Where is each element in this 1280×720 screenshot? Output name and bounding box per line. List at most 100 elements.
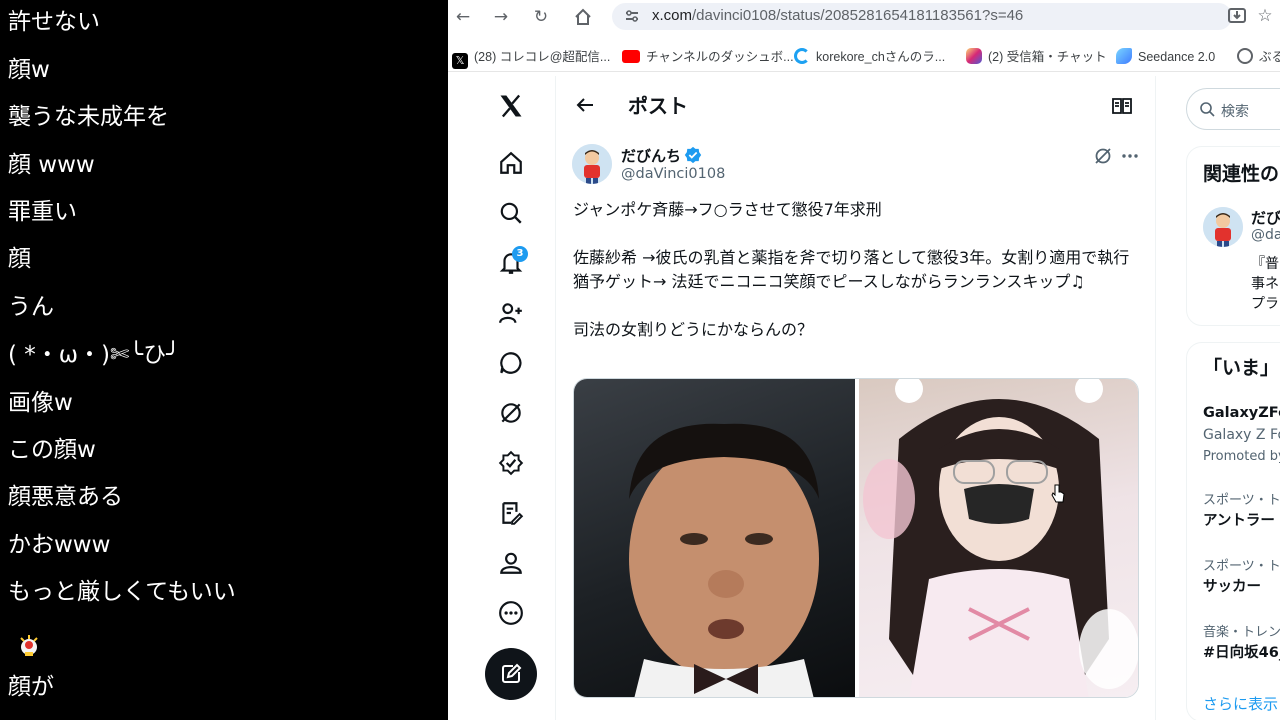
page-title: ポスト: [628, 94, 688, 118]
related-bio-line: 『普: [1251, 256, 1279, 272]
tweet-media[interactable]: [573, 378, 1139, 698]
seedance-icon: [1116, 48, 1132, 64]
instagram-icon: [966, 48, 982, 64]
toolbar: ← → ↻ x.com/davinci0108/status/208528165…: [448, 0, 1280, 34]
search-input[interactable]: 検索: [1186, 88, 1280, 130]
comment: うん: [8, 294, 54, 320]
search-icon[interactable]: [498, 200, 524, 226]
comment: 顔w: [8, 57, 50, 83]
trend-name[interactable]: GalaxyZFol: [1203, 405, 1280, 421]
trend-name[interactable]: アントラー: [1203, 509, 1275, 530]
tweet-photo-right[interactable]: [859, 379, 1138, 697]
bookmark-item[interactable]: ぶる: [1237, 48, 1280, 66]
back-arrow-icon[interactable]: [574, 94, 596, 116]
site-settings-icon[interactable]: [624, 8, 640, 24]
avatar-image: [572, 144, 612, 184]
comment: もっと厳しくてもいい: [8, 579, 236, 605]
x-logo-icon: 𝕏: [452, 53, 468, 69]
swirl-icon: [794, 48, 810, 64]
url-text: x.com/davinci0108/status/208528165418118…: [652, 7, 1024, 24]
trends-title: 「いま」: [1203, 357, 1280, 379]
avatar[interactable]: [572, 144, 612, 184]
related-bio-line: 事ネ: [1251, 276, 1279, 292]
comment: 画像w: [8, 390, 73, 416]
comment: 許せない: [8, 9, 100, 35]
related-bio-line: プラ: [1251, 296, 1279, 312]
search-placeholder: 検索: [1221, 104, 1249, 120]
comment-overlay: 許せない 顔w 襲うな未成年を 顔 www 罪重い 顔 うん ( *・ω・)✄╰…: [0, 0, 448, 720]
x-page: 3 ポスト だびんち @daVinci0108 ジャンポケ斉藤→フ○ラさせて懲役…: [448, 76, 1280, 720]
show-more-link[interactable]: さらに表示: [1203, 693, 1278, 714]
more-options-icon[interactable]: [498, 600, 524, 626]
tweet-paragraph: 司法の女割りどうにかならんの？: [573, 320, 814, 339]
x-logo-icon[interactable]: [497, 92, 525, 120]
trend-promoted: Promoted by: [1203, 449, 1280, 464]
trend-name[interactable]: #日向坂46_: [1203, 641, 1280, 662]
comment: 襲うな未成年を: [8, 104, 169, 130]
comment: ( *・ω・)✄╰ひ╯: [8, 342, 180, 368]
tweet-paragraph: ジャンポケ斉藤→フ○ラさせて懲役7年求刑: [573, 200, 882, 219]
related-people-card: 関連性の だび @da 『普 事ネ プラ: [1186, 146, 1280, 326]
verified-badge-icon[interactable]: [684, 146, 702, 164]
related-title: 関連性の: [1203, 163, 1280, 185]
bookmarks-bar: 𝕏 (28) コレコレ@超配信... チャンネルのダッシュボ... korekor…: [448, 40, 1280, 72]
forward-icon[interactable]: →: [490, 6, 512, 28]
related-name[interactable]: だび: [1251, 207, 1280, 228]
grok-icon[interactable]: [498, 400, 524, 426]
related-avatar[interactable]: [1203, 207, 1243, 247]
grok-explain-icon[interactable]: [1093, 146, 1113, 166]
comment: この顔w: [8, 437, 96, 463]
bookmark-item[interactable]: Seedance 2.0: [1116, 48, 1215, 66]
comment: 顔悪意ある: [8, 484, 123, 510]
trend-subtitle: Galaxy Z Fo: [1203, 427, 1280, 443]
trend-category: スポーツ・ト: [1203, 493, 1280, 508]
more-horizontal-icon[interactable]: [1120, 146, 1140, 166]
screen: 許せない 顔w 襲うな未成年を 顔 www 罪重い 顔 うん ( *・ω・)✄╰…: [0, 0, 1280, 720]
trend-category: スポーツ・ト: [1203, 559, 1280, 574]
comment: 罪重い: [8, 199, 77, 225]
tweet-photo-left[interactable]: [574, 379, 855, 697]
bookmark-item[interactable]: 𝕏 (28) コレコレ@超配信...: [452, 48, 610, 69]
profile-icon[interactable]: [498, 550, 524, 576]
address-bar[interactable]: x.com/davinci0108/status/208528165418118…: [612, 3, 1232, 30]
reload-icon[interactable]: ↻: [530, 6, 552, 28]
home-icon[interactable]: [498, 150, 524, 176]
home-icon[interactable]: [572, 6, 594, 28]
avatar-image: [1203, 207, 1243, 247]
install-app-icon[interactable]: [1226, 5, 1248, 27]
follow-people-icon[interactable]: [498, 300, 524, 326]
bookmark-item[interactable]: (2) 受信箱・チャット: [966, 48, 1107, 66]
articles-icon[interactable]: [498, 500, 524, 526]
back-icon[interactable]: ←: [452, 6, 474, 28]
compose-post-button[interactable]: [485, 648, 537, 700]
chat-icon[interactable]: [498, 350, 524, 376]
comment: 顔 www: [8, 152, 95, 178]
trend-name[interactable]: サッカー: [1203, 575, 1261, 596]
search-icon: [1200, 102, 1215, 117]
hand-cursor-icon: [1051, 484, 1065, 503]
bookmark-item[interactable]: korekore_chさんのラ...: [794, 48, 945, 66]
left-navigation: 3: [448, 76, 556, 720]
globe-icon: [1237, 48, 1253, 64]
tweet-text: ジャンポケ斉藤→フ○ラさせて懲役7年求刑 佐藤紗希 →彼氏の乳首と薬指を斧で切り…: [573, 198, 1143, 342]
main-column: ポスト だびんち @daVinci0108 ジャンポケ斉藤→フ○ラさせて懲役7年…: [556, 76, 1156, 720]
browser-window: ← → ↻ x.com/davinci0108/status/208528165…: [448, 0, 1280, 720]
right-sidebar: 検索 関連性の だび @da 『普 事ネ プラ 「いま」 GalaxyZF Ga…: [1156, 76, 1280, 720]
sticker-emoji-icon: [20, 635, 38, 656]
trends-card: 「いま」 GalaxyZFol Galaxy Z Fo Promoted by …: [1186, 342, 1280, 720]
bookmark-item[interactable]: チャンネルのダッシュボ...: [622, 48, 794, 66]
bookmark-star-icon[interactable]: ☆: [1254, 5, 1276, 27]
compose-icon: [502, 663, 522, 683]
comment: 顔が: [8, 674, 54, 700]
trend-category: 音楽・トレン: [1203, 625, 1280, 640]
display-name[interactable]: だびんち: [621, 145, 681, 166]
related-handle: @da: [1251, 227, 1280, 243]
comment: 顔: [8, 246, 31, 272]
man-portrait-image: [629, 423, 819, 697]
premium-verified-icon[interactable]: [498, 450, 524, 476]
youtube-icon: [622, 50, 640, 63]
reader-mode-icon[interactable]: [1112, 96, 1132, 116]
comment: かおwww: [8, 532, 111, 558]
user-handle[interactable]: @daVinci0108: [621, 166, 725, 182]
tweet-paragraph: 佐藤紗希 →彼氏の乳首と薬指を斧で切り落として懲役3年。女割り適用で執行猶予ゲッ…: [573, 248, 1130, 291]
